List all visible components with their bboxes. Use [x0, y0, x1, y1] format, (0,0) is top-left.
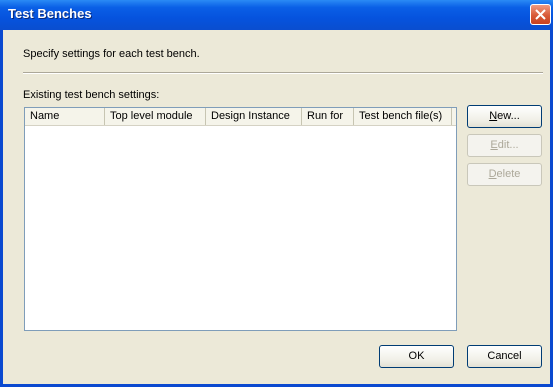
separator: [23, 72, 543, 74]
delete-button-mnemonic: D: [488, 168, 497, 180]
new-button-mnemonic: N: [489, 110, 498, 122]
close-icon: [535, 9, 546, 20]
dialog-description: Specify settings for each test bench.: [23, 48, 200, 60]
column-header-run-for[interactable]: Run for: [302, 108, 354, 125]
ok-button[interactable]: OK: [379, 345, 454, 368]
delete-button[interactable]: Delete: [467, 163, 542, 186]
list-label: Existing test bench settings:: [23, 89, 160, 101]
column-header-design-instance[interactable]: Design Instance: [206, 108, 302, 125]
cancel-button[interactable]: Cancel: [467, 345, 542, 368]
column-header-top-level-module[interactable]: Top level module: [105, 108, 206, 125]
list-header: Name Top level module Design Instance Ru…: [25, 108, 456, 126]
edit-button-mnemonic: E: [490, 139, 498, 151]
test-benches-dialog: Test Benches Specify settings for each t…: [0, 0, 553, 387]
column-header-test-bench-files[interactable]: Test bench file(s): [354, 108, 452, 125]
dialog-title: Test Benches: [8, 6, 92, 21]
delete-button-label: elete: [496, 168, 521, 180]
new-button[interactable]: New...: [467, 105, 542, 128]
close-button[interactable]: [530, 4, 551, 25]
edit-button[interactable]: Edit...: [467, 134, 542, 157]
test-bench-list[interactable]: Name Top level module Design Instance Ru…: [24, 107, 457, 331]
new-button-label: ew...: [497, 110, 520, 122]
edit-button-label: dit...: [497, 139, 519, 151]
column-header-name[interactable]: Name: [25, 108, 105, 125]
title-bar[interactable]: Test Benches: [0, 0, 553, 30]
